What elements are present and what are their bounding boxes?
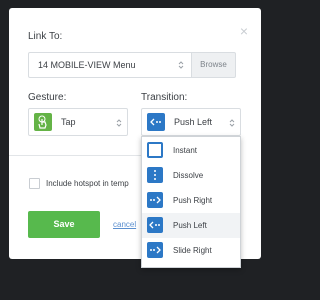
- tap-hand-icon: [34, 113, 52, 131]
- dialog-pointer: [12, 38, 18, 50]
- transition-option-instant[interactable]: Instant: [142, 138, 240, 163]
- push-left-icon: [147, 113, 165, 131]
- gesture-value: Tap: [61, 117, 76, 127]
- browse-button[interactable]: Browse: [191, 52, 236, 78]
- chevron-updown-icon: [115, 119, 123, 127]
- transition-value: Push Left: [174, 117, 213, 127]
- push-left-icon: [147, 217, 163, 233]
- close-icon[interactable]: ×: [238, 24, 250, 38]
- include-hotspot-label: Include hotspot in temp: [46, 179, 129, 188]
- option-label: Instant: [173, 146, 198, 155]
- link-target-value: 14 MOBILE-VIEW Menu: [38, 60, 136, 70]
- link-to-label: Link To:: [28, 31, 63, 42]
- slide-right-icon: [147, 242, 163, 258]
- transition-label: Transition:: [141, 92, 188, 103]
- push-right-icon: [147, 192, 163, 208]
- transition-option-dissolve[interactable]: Dissolve: [142, 163, 240, 188]
- include-hotspot-checkbox[interactable]: [29, 178, 40, 189]
- gesture-select[interactable]: Tap: [28, 108, 128, 136]
- option-label: Push Left: [173, 221, 207, 230]
- option-label: Push Right: [173, 196, 213, 205]
- transition-option-push-right[interactable]: Push Right: [142, 188, 240, 213]
- instant-icon: [147, 142, 163, 158]
- transition-option-push-left[interactable]: Push Left: [142, 213, 240, 238]
- gesture-label: Gesture:: [28, 92, 67, 103]
- save-button[interactable]: Save: [28, 211, 100, 238]
- cancel-link[interactable]: cancel: [113, 220, 142, 229]
- chevron-updown-icon: [228, 119, 236, 127]
- chevron-updown-icon: [177, 61, 185, 69]
- link-target-select[interactable]: 14 MOBILE-VIEW Menu: [28, 52, 192, 78]
- transition-dropdown-menu: Instant Dissolve Push Right Push Left Sl…: [141, 136, 241, 268]
- option-label: Slide Right: [173, 246, 212, 255]
- transition-option-slide-right[interactable]: Slide Right: [142, 238, 240, 263]
- transition-select[interactable]: Push Left: [141, 108, 241, 136]
- dissolve-icon: [147, 167, 163, 183]
- option-label: Dissolve: [173, 171, 204, 180]
- section-divider: [9, 155, 142, 156]
